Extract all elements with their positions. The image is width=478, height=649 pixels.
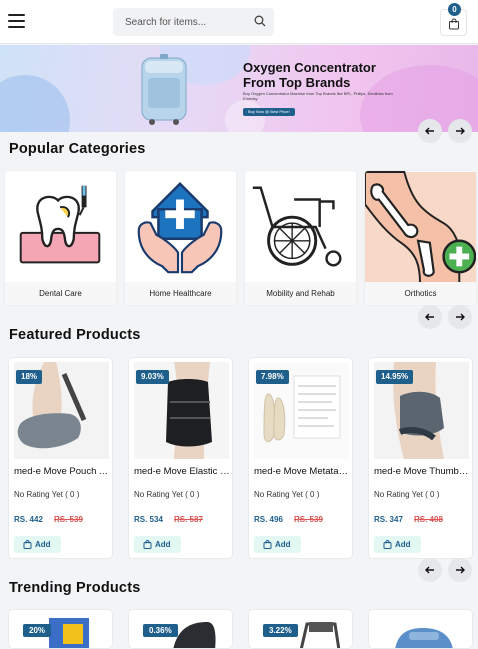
banner-title: Oxygen Concentrator From Top Brands (243, 60, 376, 90)
add-to-cart-button[interactable]: Add (14, 536, 61, 553)
category-card-mobility-rehab[interactable]: Mobility and Rehab (244, 170, 357, 306)
shopping-bag-icon (263, 540, 272, 549)
product-card[interactable]: 18% med-e Move Pouch Arm Sling No Rating… (8, 357, 113, 559)
wheelchair-icon (245, 171, 356, 284)
product-rating: No Rating Yet ( 0 ) (14, 490, 80, 499)
product-rating: No Rating Yet ( 0 ) (254, 490, 320, 499)
trending-product-card[interactable] (368, 609, 473, 649)
oxygen-concentrator-image (141, 54, 187, 125)
arrow-left-icon (425, 313, 434, 321)
search-icon[interactable] (254, 15, 266, 27)
arrow-right-icon (456, 127, 465, 135)
discount-badge: 3.22% (263, 624, 298, 637)
trending-product-card[interactable]: 3.22% (248, 609, 353, 649)
search-bar (113, 8, 274, 36)
add-to-cart-button[interactable]: Add (254, 536, 301, 553)
search-input[interactable] (113, 8, 243, 36)
discount-badge: 7.98% (256, 370, 289, 384)
product-card[interactable]: 7.98% med-e Move Metatarsal Pad No Ratin… (248, 357, 353, 559)
product-rating: No Rating Yet ( 0 ) (374, 490, 440, 499)
add-to-cart-button[interactable]: Add (374, 536, 421, 553)
product-price: RS. 534 (134, 515, 163, 524)
category-label: Dental Care (5, 282, 116, 305)
product-card[interactable]: 9.03% med-e Move Elastic Wrist Brace No … (128, 357, 233, 559)
home-care-icon (125, 171, 236, 284)
category-label: Orthotics (365, 282, 476, 305)
category-card-home-healthcare[interactable]: Home Healthcare (124, 170, 237, 306)
featured-next-button[interactable] (448, 558, 472, 582)
category-label: Home Healthcare (125, 282, 236, 305)
category-card-dental-care[interactable]: Dental Care (4, 170, 117, 306)
hamburger-menu-icon[interactable] (8, 14, 25, 28)
product-card[interactable]: 14.95% med-e Move Thumb Spica Splint No … (368, 357, 473, 559)
discount-badge: 0.36% (143, 624, 178, 637)
product-mrp: RS. 587 (174, 515, 203, 524)
product-price: RS. 442 (14, 515, 43, 524)
cart-button[interactable]: 0 (440, 3, 467, 36)
product-mrp: RS. 408 (414, 515, 443, 524)
knee-joint-icon (365, 171, 476, 284)
discount-badge: 18% (16, 370, 43, 384)
discount-badge: 14.95% (376, 370, 414, 384)
banner-cta-button[interactable]: Buy Now @ Best Price! (243, 108, 295, 116)
product-price: RS. 496 (254, 515, 283, 524)
promo-banner[interactable]: Oxygen Concentrator From Top Brands Buy O… (0, 45, 478, 132)
featured-prev-button[interactable] (418, 558, 442, 582)
add-to-cart-button[interactable]: Add (134, 536, 181, 553)
shopping-bag-icon (23, 540, 32, 549)
popular-categories-title: Popular Categories (9, 141, 146, 157)
product-mrp: RS. 539 (54, 515, 83, 524)
product-name[interactable]: med-e Move Elastic Wrist Brace (134, 466, 230, 477)
top-header: 0 (0, 0, 478, 44)
arrow-right-icon (456, 313, 465, 321)
arrow-right-icon (456, 566, 465, 574)
category-label: Mobility and Rehab (245, 282, 356, 305)
banner-subtitle: Buy Oxygen Concentrator Machine from Top… (243, 91, 393, 101)
arrow-left-icon (425, 127, 434, 135)
categories-prev-button[interactable] (418, 305, 442, 329)
shopping-bag-icon (143, 540, 152, 549)
arrow-left-icon (425, 566, 434, 574)
product-rating: No Rating Yet ( 0 ) (134, 490, 200, 499)
banner-prev-button[interactable] (418, 119, 442, 143)
product-image (395, 628, 453, 648)
category-card-orthotics[interactable]: Orthotics (364, 170, 477, 306)
featured-products-title: Featured Products (9, 327, 141, 343)
trending-product-card[interactable]: 0.36% (128, 609, 233, 649)
product-image (299, 622, 341, 648)
categories-next-button[interactable] (448, 305, 472, 329)
trending-product-card[interactable]: 20% (8, 609, 113, 649)
product-name[interactable]: med-e Move Metatarsal Pad (254, 466, 350, 477)
tooth-icon (5, 171, 116, 284)
discount-badge: 20% (23, 624, 52, 637)
product-price: RS. 347 (374, 515, 403, 524)
trending-products-title: Trending Products (9, 580, 141, 596)
product-name[interactable]: med-e Move Pouch Arm Sling (14, 466, 110, 477)
discount-badge: 9.03% (136, 370, 169, 384)
shopping-bag-icon (383, 540, 392, 549)
shopping-bag-icon (449, 18, 459, 30)
product-image (49, 618, 89, 648)
cart-count-badge: 0 (448, 3, 461, 16)
product-mrp: RS. 539 (294, 515, 323, 524)
banner-next-button[interactable] (448, 119, 472, 143)
product-name[interactable]: med-e Move Thumb Spica Splint (374, 466, 470, 477)
